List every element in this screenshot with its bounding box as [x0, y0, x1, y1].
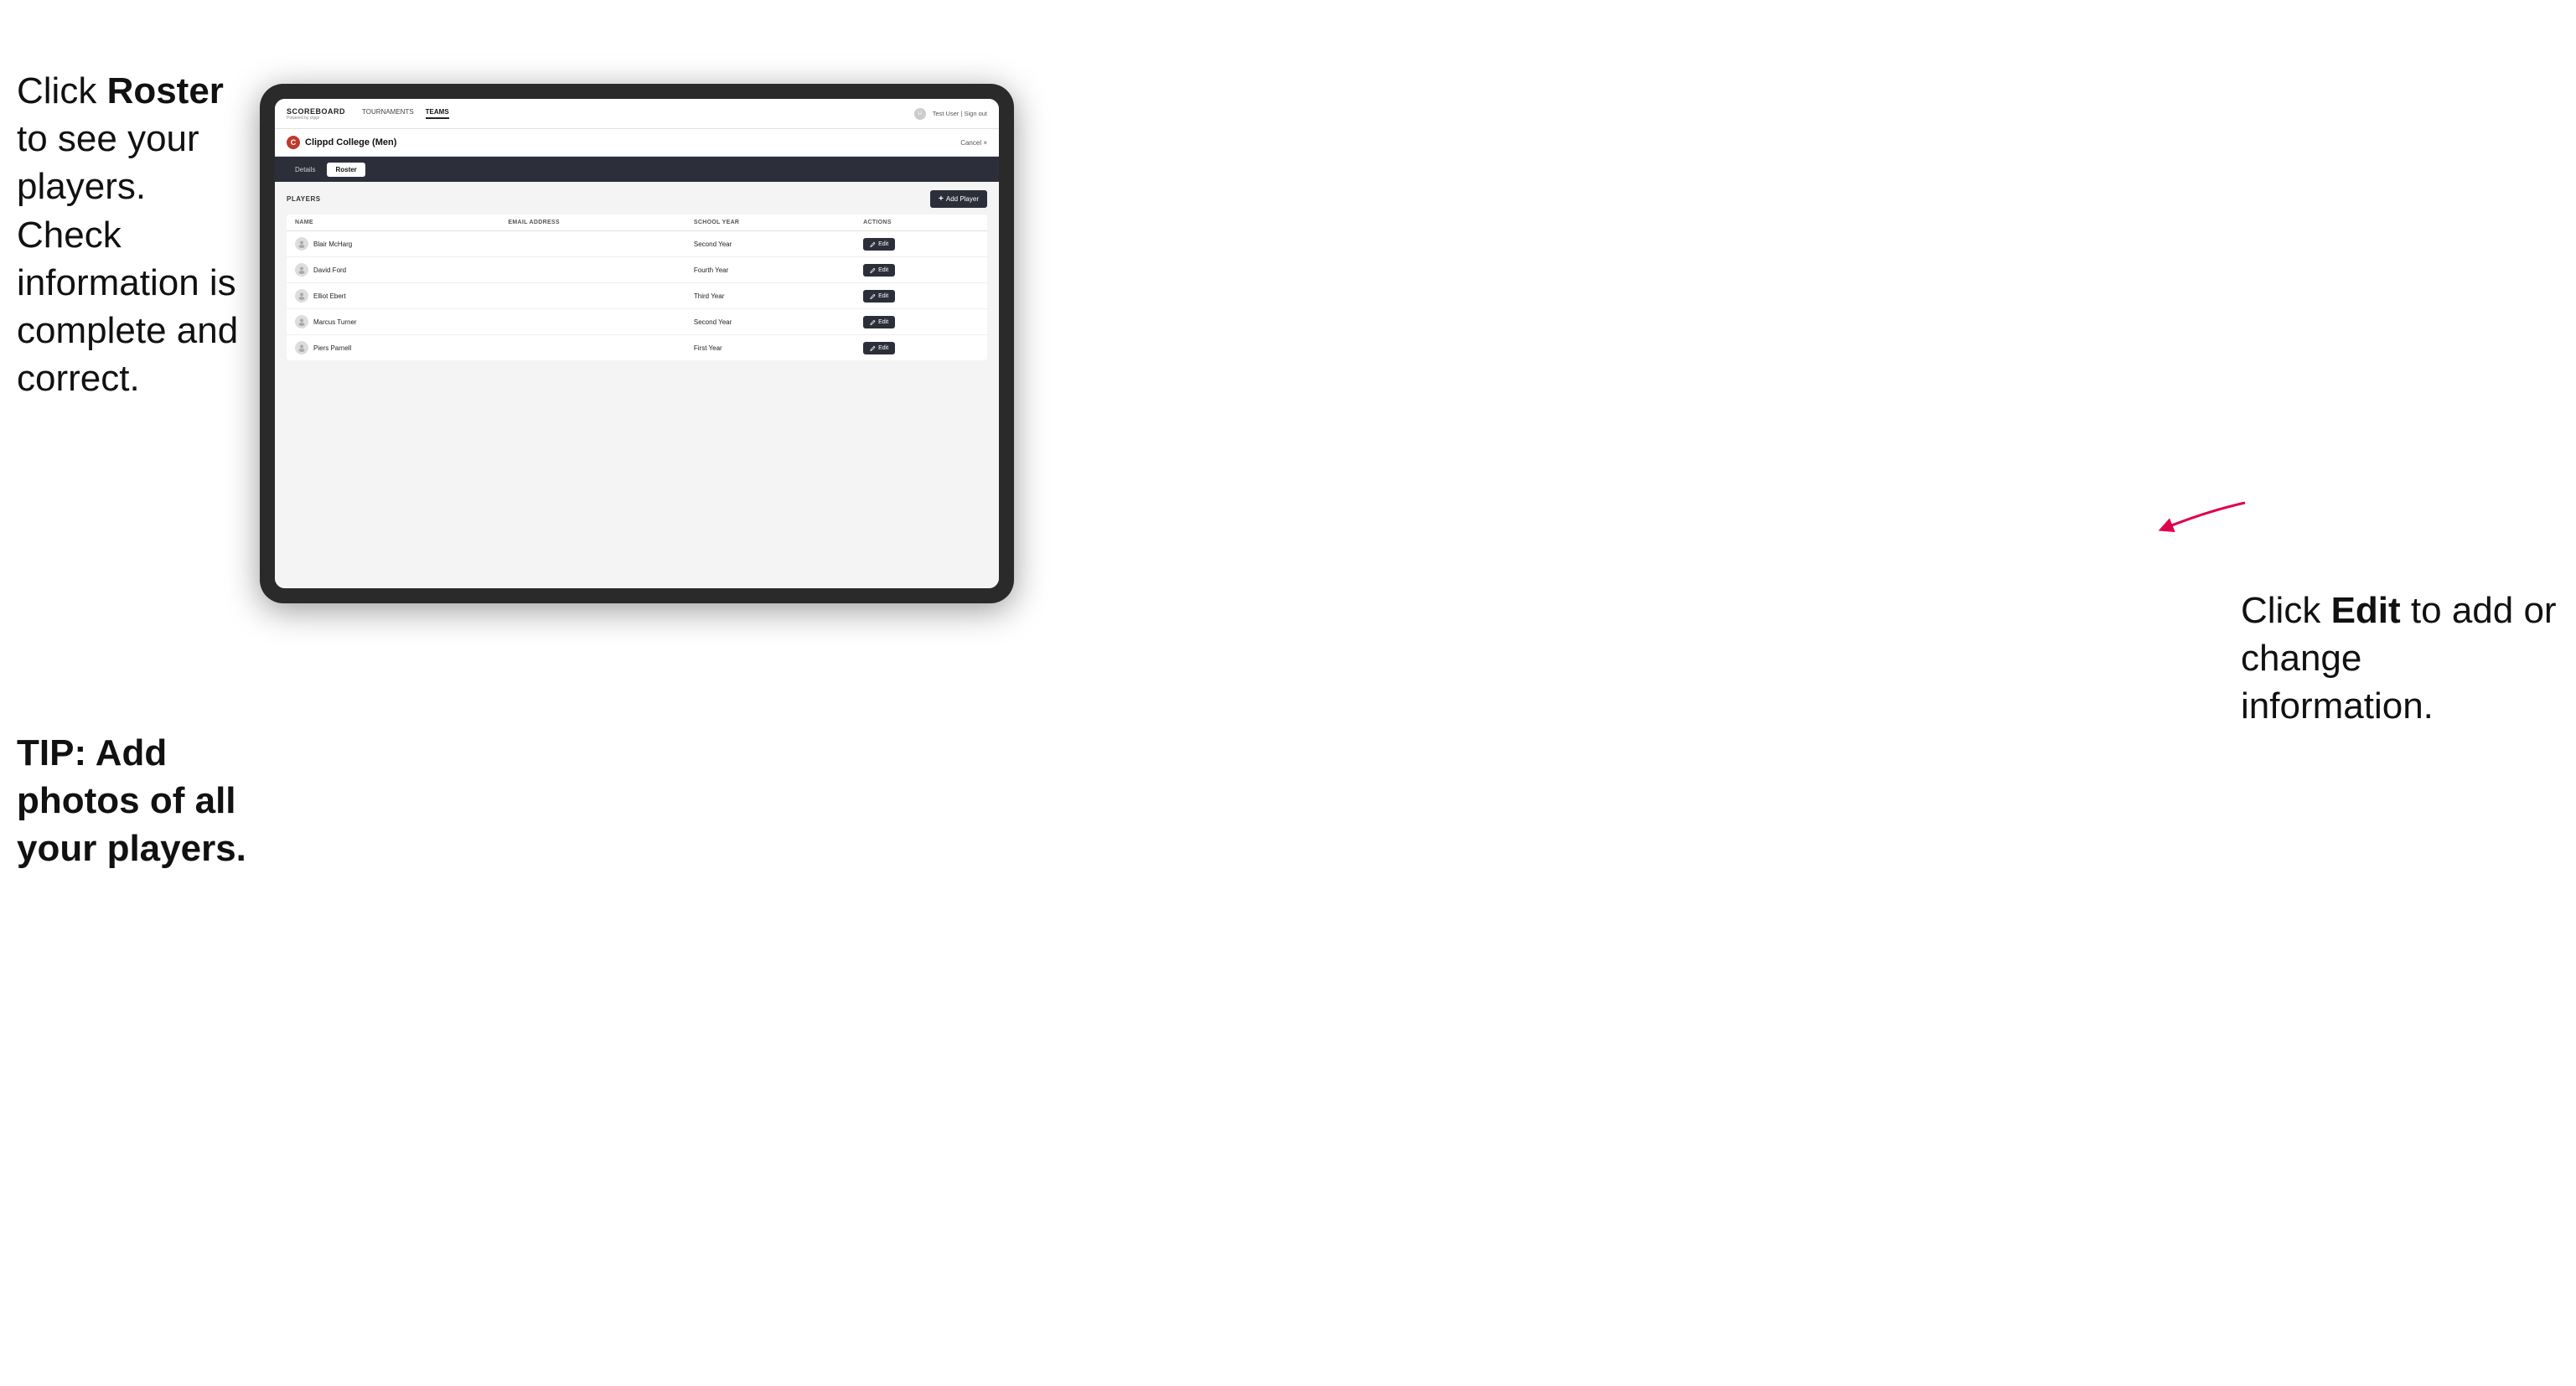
player-actions-3: Edit	[855, 309, 987, 335]
nav-link-tournaments[interactable]: TOURNAMENTS	[362, 108, 414, 119]
player-name-cell-3: Marcus Turner	[287, 309, 499, 335]
player-actions-0: Edit	[855, 231, 987, 257]
user-icon: U	[914, 108, 926, 120]
col-actions: ACTIONS	[855, 215, 987, 231]
plus-icon: +	[939, 194, 944, 204]
player-email-0	[499, 231, 685, 257]
player-email-2	[499, 283, 685, 309]
edit-icon-0	[870, 241, 876, 247]
tip-label: TIP: Add photos of all your players.	[17, 732, 246, 869]
roster-header-row: PLAYERS + Add Player	[287, 190, 987, 208]
edit-icon-2	[870, 293, 876, 299]
player-name-1: David Ford	[313, 266, 346, 274]
player-email-1	[499, 257, 685, 283]
col-email: EMAIL ADDRESS	[499, 215, 685, 231]
player-avatar-2	[295, 289, 308, 303]
edit-label-3: Edit	[878, 319, 888, 325]
left-instruction-body: to see your players. Check information i…	[17, 118, 238, 399]
player-name-2: Elliot Ebert	[313, 292, 346, 300]
player-avatar-1	[295, 263, 308, 277]
roster-content: PLAYERS + Add Player NAME EMAIL ADDRESS …	[275, 182, 999, 588]
col-name: NAME	[287, 215, 499, 231]
player-email-4	[499, 335, 685, 361]
tablet-screen: SCOREBOARD Powered by clippi TOURNAMENTS…	[275, 99, 999, 588]
edit-button-4[interactable]: Edit	[863, 342, 895, 354]
player-name-cell-2: Elliot Ebert	[287, 283, 499, 309]
team-logo-letter: C	[291, 138, 297, 147]
add-player-label: Add Player	[946, 195, 979, 203]
player-school-year-4: First Year	[685, 335, 855, 361]
edit-bold: Edit	[2331, 590, 2401, 631]
player-email-3	[499, 309, 685, 335]
player-name-4: Piers Parnell	[313, 344, 351, 352]
player-avatar-0	[295, 237, 308, 251]
table-row: Piers Parnell First Year Edit	[287, 335, 987, 361]
nav-logo: SCOREBOARD Powered by clippi	[287, 107, 345, 121]
edit-button-0[interactable]: Edit	[863, 238, 895, 251]
edit-label-1: Edit	[878, 267, 888, 273]
players-label: PLAYERS	[287, 195, 321, 203]
team-header: C Clippd College (Men) Cancel ×	[275, 129, 999, 157]
col-school-year: SCHOOL YEAR	[685, 215, 855, 231]
player-actions-4: Edit	[855, 335, 987, 361]
user-text: Test User | Sign out	[933, 110, 987, 117]
edit-label-0: Edit	[878, 241, 888, 247]
add-player-button[interactable]: + Add Player	[930, 190, 987, 208]
edit-label-4: Edit	[878, 345, 888, 351]
table-row: Marcus Turner Second Year Edit	[287, 309, 987, 335]
table-header-row: NAME EMAIL ADDRESS SCHOOL YEAR ACTIONS	[287, 215, 987, 231]
player-name-cell-0: Blair McHarg	[287, 231, 499, 257]
player-name-cell-4: Piers Parnell	[287, 335, 499, 361]
left-instruction-text: Click Roster to see your players. Check …	[17, 67, 260, 402]
logo-title: SCOREBOARD	[287, 107, 345, 116]
team-name: Clippd College (Men)	[305, 137, 396, 147]
tablet-device: SCOREBOARD Powered by clippi TOURNAMENTS…	[260, 84, 1014, 603]
tip-text: TIP: Add photos of all your players.	[17, 729, 260, 873]
right-instruction-text: Click Edit to add or change information.	[2241, 587, 2559, 731]
player-name-0: Blair McHarg	[313, 240, 352, 248]
player-avatar-4	[295, 341, 308, 354]
edit-button-3[interactable]: Edit	[863, 316, 895, 328]
logo-subtitle: Powered by clippi	[287, 116, 345, 121]
tabs-bar: Details Roster	[275, 157, 999, 182]
right-arrow	[2149, 494, 2249, 545]
edit-icon-4	[870, 345, 876, 351]
edit-icon-3	[870, 319, 876, 325]
team-logo: C	[287, 136, 300, 149]
player-actions-2: Edit	[855, 283, 987, 309]
edit-button-2[interactable]: Edit	[863, 290, 895, 303]
player-school-year-1: Fourth Year	[685, 257, 855, 283]
player-actions-1: Edit	[855, 257, 987, 283]
cancel-button[interactable]: Cancel ×	[960, 139, 987, 147]
team-name-row: C Clippd College (Men)	[287, 136, 396, 149]
edit-label-2: Edit	[878, 293, 888, 299]
edit-button-1[interactable]: Edit	[863, 264, 895, 277]
tab-roster[interactable]: Roster	[327, 163, 365, 177]
nav-right: U Test User | Sign out	[914, 108, 987, 120]
table-row: Blair McHarg Second Year Edit	[287, 231, 987, 257]
player-name-3: Marcus Turner	[313, 318, 357, 326]
player-name-cell-1: David Ford	[287, 257, 499, 283]
tab-details[interactable]: Details	[287, 163, 323, 177]
top-nav: SCOREBOARD Powered by clippi TOURNAMENTS…	[275, 99, 999, 129]
player-avatar-3	[295, 315, 308, 328]
nav-links: TOURNAMENTS TEAMS	[362, 108, 914, 119]
table-row: Elliot Ebert Third Year Edit	[287, 283, 987, 309]
player-school-year-3: Second Year	[685, 309, 855, 335]
table-row: David Ford Fourth Year Edit	[287, 257, 987, 283]
players-table: NAME EMAIL ADDRESS SCHOOL YEAR ACTIONS B	[287, 215, 987, 360]
nav-link-teams[interactable]: TEAMS	[426, 108, 449, 119]
edit-icon-1	[870, 267, 876, 273]
roster-bold: Roster	[107, 70, 224, 111]
player-school-year-2: Third Year	[685, 283, 855, 309]
player-school-year-0: Second Year	[685, 231, 855, 257]
